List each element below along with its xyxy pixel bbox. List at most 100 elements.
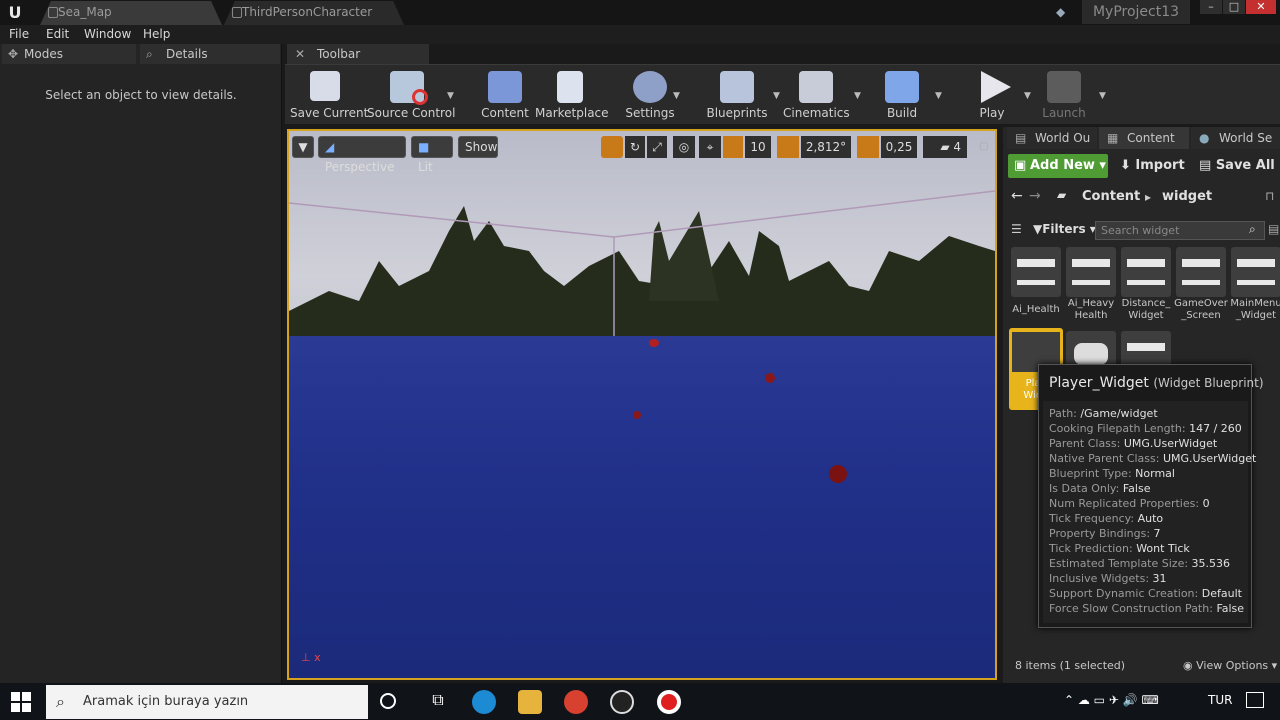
settings-dropdown-icon[interactable]: ▼ bbox=[673, 91, 680, 101]
import-icon: ⬇ bbox=[1120, 158, 1136, 173]
breadcrumb-widget[interactable]: widget bbox=[1162, 189, 1212, 204]
launch-button[interactable]: Launch bbox=[1037, 65, 1091, 125]
grid-snap-icon[interactable] bbox=[723, 136, 743, 158]
cortana-icon[interactable] bbox=[380, 693, 396, 709]
import-button[interactable]: ⬇ Import bbox=[1120, 154, 1185, 178]
tab-sea-map[interactable]: Sea_Map bbox=[40, 1, 222, 25]
notifications-icon[interactable] bbox=[1246, 692, 1264, 708]
tab-modes[interactable]: ✥ Modes bbox=[2, 44, 136, 64]
unreal-logo-icon[interactable]: U bbox=[4, 2, 26, 24]
enemy-marker[interactable] bbox=[649, 339, 659, 347]
asset-ai-health[interactable] bbox=[1011, 247, 1061, 297]
save-current-button[interactable]: Save Current bbox=[290, 65, 368, 125]
tab-third-person-character[interactable]: ThirdPersonCharacter bbox=[224, 1, 404, 25]
asset-gameover-screen[interactable] bbox=[1176, 247, 1226, 297]
camera-speed-button[interactable]: ▰ 4 bbox=[923, 136, 967, 158]
marketplace-button[interactable]: Marketplace bbox=[535, 65, 609, 125]
asset-ai-heavy-health[interactable] bbox=[1066, 247, 1116, 297]
edge-browser-icon[interactable] bbox=[472, 690, 496, 714]
taskbar-search-input[interactable]: ⌕ Aramak için buraya yazın bbox=[46, 685, 368, 719]
build-button[interactable]: Build bbox=[877, 65, 927, 125]
tab-world-outliner[interactable]: ▤ World Ou bbox=[1007, 127, 1097, 149]
lock-icon[interactable]: ⊓ bbox=[1265, 189, 1274, 203]
rotation-snap-value[interactable]: 2,812° bbox=[801, 136, 851, 158]
tab-details[interactable]: ⌕ Details bbox=[140, 44, 280, 64]
tooltip-row-value: 0 bbox=[1202, 497, 1210, 510]
screen-recorder-icon[interactable] bbox=[657, 690, 681, 714]
world-local-icon[interactable]: ◎ bbox=[673, 136, 695, 158]
gamepad-icon bbox=[1074, 343, 1108, 365]
grid-snap-value[interactable]: 10 bbox=[745, 136, 771, 158]
save-all-button[interactable]: ▤ Save All bbox=[1199, 154, 1275, 178]
blueprints-button[interactable]: Blueprints bbox=[703, 65, 771, 125]
tab-content-browser[interactable]: ▦ Content bbox=[1099, 127, 1189, 149]
rotation-snap-icon[interactable] bbox=[777, 136, 799, 158]
enemy-marker[interactable] bbox=[829, 465, 847, 483]
unreal-editor-icon[interactable] bbox=[610, 690, 634, 714]
tooltip-row: Native Parent Class: UMG.UserWidget bbox=[1049, 452, 1256, 465]
chrome-browser-icon[interactable] bbox=[564, 690, 588, 714]
cinematics-button[interactable]: Cinematics bbox=[783, 65, 850, 125]
lit-button[interactable]: ■ Lit bbox=[411, 136, 453, 174]
blueprint-icon bbox=[232, 7, 242, 18]
breadcrumb-content[interactable]: Content bbox=[1082, 189, 1140, 204]
input-language[interactable]: TUR bbox=[1208, 693, 1232, 707]
viewport-options-dropdown-icon[interactable]: ▼ bbox=[292, 136, 314, 158]
minimize-button[interactable]: – bbox=[1200, 0, 1222, 14]
scale-snap-value[interactable]: 0,25 bbox=[881, 136, 917, 158]
build-icon bbox=[885, 71, 919, 103]
search-input[interactable]: Search widget bbox=[1095, 221, 1265, 240]
button-label: Content bbox=[481, 106, 529, 120]
menu-help[interactable]: Help bbox=[143, 25, 170, 44]
sources-toggle-icon[interactable]: ☰ bbox=[1011, 222, 1022, 236]
asset-distance-widget[interactable] bbox=[1121, 247, 1171, 297]
tooltip-row-key: Property Bindings: bbox=[1049, 527, 1151, 540]
scale-icon[interactable]: ⤢ bbox=[647, 136, 667, 158]
maximize-button[interactable]: □ bbox=[1223, 0, 1245, 14]
source-control-button[interactable]: Source Control bbox=[367, 65, 455, 125]
filters-button[interactable]: ▼Filters ▾ bbox=[1033, 222, 1096, 236]
launch-dropdown-icon[interactable]: ▼ bbox=[1099, 91, 1106, 101]
show-button[interactable]: Show bbox=[458, 136, 498, 158]
play-button[interactable]: Play bbox=[965, 65, 1019, 125]
tooltip-row: Cooking Filepath Length: 147 / 260 bbox=[1049, 422, 1242, 435]
close-button[interactable]: ✕ bbox=[1246, 0, 1276, 14]
tab-world-settings[interactable]: ● World Se bbox=[1191, 127, 1280, 149]
tooltip-row-value: 31 bbox=[1152, 572, 1167, 585]
menu-edit[interactable]: Edit bbox=[46, 25, 69, 44]
blueprints-dropdown-icon[interactable]: ▼ bbox=[773, 91, 780, 101]
windows-start-icon[interactable] bbox=[10, 691, 32, 713]
back-arrow-icon[interactable]: ← bbox=[1011, 188, 1023, 204]
play-dropdown-icon[interactable]: ▼ bbox=[1024, 91, 1031, 101]
source-control-dropdown-icon[interactable]: ▼ bbox=[447, 91, 454, 101]
plus-icon: ▣ bbox=[1014, 158, 1027, 173]
button-label: Perspective bbox=[325, 160, 395, 174]
view-options-button[interactable]: ◉ View Options ▾ bbox=[1183, 659, 1277, 672]
cinematics-dropdown-icon[interactable]: ▼ bbox=[854, 91, 861, 101]
forward-arrow-icon[interactable]: → bbox=[1029, 188, 1041, 204]
task-view-icon[interactable]: ⧉ bbox=[426, 690, 450, 714]
button-label: Import bbox=[1135, 158, 1185, 173]
save-search-icon[interactable]: ▤ bbox=[1268, 222, 1279, 236]
level-viewport[interactable]: ⊥ x ▼ ◢ Perspective ■ Lit Show ↻ ⤢ ◎ ⌖ 1… bbox=[287, 129, 997, 680]
scale-snap-icon[interactable] bbox=[857, 136, 879, 158]
content-button[interactable]: Content bbox=[475, 65, 535, 125]
menu-file[interactable]: File bbox=[9, 25, 29, 44]
surface-snap-icon[interactable]: ⌖ bbox=[699, 136, 721, 158]
asset-mainmenu-widget[interactable] bbox=[1231, 247, 1280, 297]
system-tray-icons[interactable]: ⌃ ☁ ▭ ✈ 🔊 ⌨ bbox=[1064, 693, 1159, 707]
add-new-button[interactable]: ▣ Add New ▾ bbox=[1008, 154, 1108, 178]
button-label: Play bbox=[979, 106, 1005, 120]
button-label: Marketplace bbox=[535, 106, 609, 120]
build-dropdown-icon[interactable]: ▼ bbox=[935, 91, 942, 101]
tooltip-row-value: 7 bbox=[1153, 527, 1161, 540]
enemy-marker[interactable] bbox=[633, 411, 641, 419]
menu-window[interactable]: Window bbox=[84, 25, 131, 44]
perspective-button[interactable]: ◢ Perspective bbox=[318, 136, 406, 174]
rotate-icon[interactable]: ↻ bbox=[625, 136, 645, 158]
maximize-viewport-icon[interactable]: ▢ bbox=[979, 141, 988, 152]
translate-icon[interactable] bbox=[601, 136, 623, 158]
tab-toolbar[interactable]: ✕ Toolbar bbox=[287, 44, 429, 64]
file-explorer-icon[interactable] bbox=[518, 690, 542, 714]
enemy-marker[interactable] bbox=[765, 373, 775, 383]
